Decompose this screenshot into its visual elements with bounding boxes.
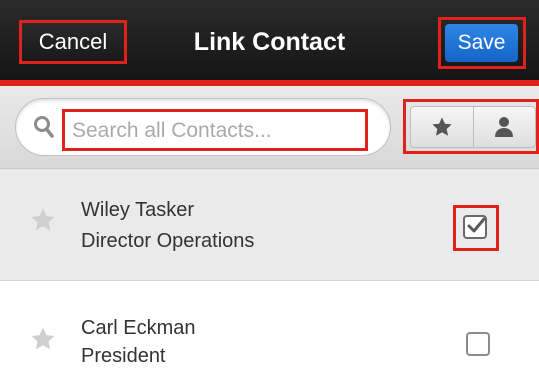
search-input[interactable] bbox=[70, 113, 366, 149]
checkmark-icon bbox=[467, 217, 486, 233]
my-items-filter-button[interactable] bbox=[472, 107, 536, 147]
select-checkbox[interactable] bbox=[463, 215, 487, 239]
save-button[interactable]: Save bbox=[445, 24, 518, 62]
favorites-filter-button[interactable] bbox=[411, 107, 473, 147]
search-icon bbox=[34, 116, 54, 138]
select-checkbox[interactable] bbox=[466, 332, 490, 356]
star-icon[interactable] bbox=[30, 207, 56, 233]
contact-title: President bbox=[81, 345, 166, 367]
star-icon[interactable] bbox=[30, 326, 56, 352]
contact-name: Wiley Tasker bbox=[81, 199, 194, 221]
filter-button-group bbox=[410, 106, 536, 148]
star-icon bbox=[432, 117, 452, 136]
contact-title: Director Operations bbox=[81, 230, 255, 252]
contact-name: Carl Eckman bbox=[81, 317, 196, 339]
person-icon bbox=[495, 117, 514, 137]
